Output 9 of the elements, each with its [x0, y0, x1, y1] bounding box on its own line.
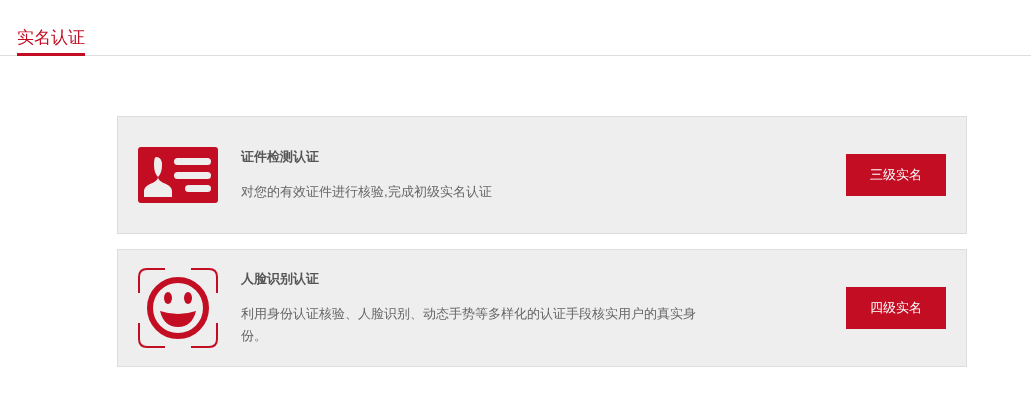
smiley-face-icon	[138, 268, 218, 348]
certify-button[interactable]: 三级实名	[846, 154, 946, 196]
certify-button[interactable]: 四级实名	[846, 287, 946, 329]
card-description: 对您的有效证件进行核验,完成初级实名认证	[241, 182, 493, 201]
card-description: 利用身份认证核验、人脸识别、动态手势等多样化的认证手段核实用户的真实身份。	[241, 304, 697, 345]
card-title: 证件检测认证	[241, 148, 320, 167]
card-title: 人脸识别认证	[241, 270, 320, 289]
id-card-icon	[138, 147, 218, 203]
tab[interactable]: 实名认证	[17, 23, 85, 56]
